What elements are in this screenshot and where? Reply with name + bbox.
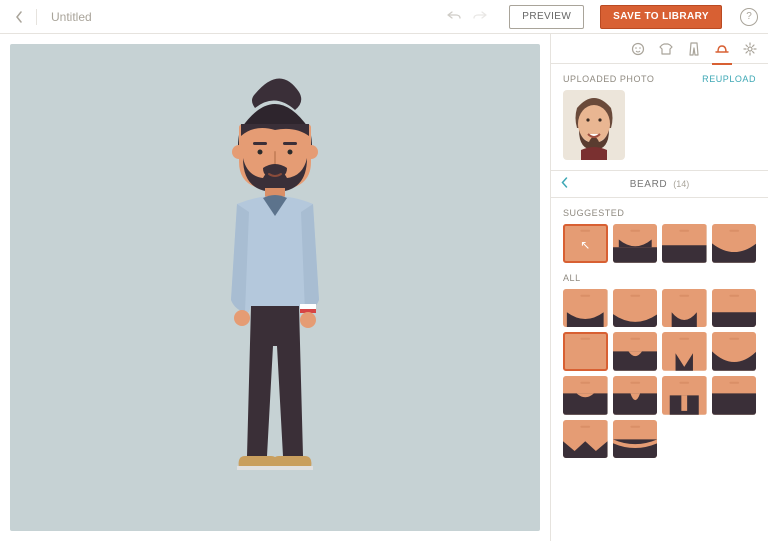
pants-icon: [688, 42, 700, 56]
help-icon[interactable]: ?: [740, 8, 758, 26]
main: UPLOADED PHOTO REUPLOAD: [0, 34, 768, 541]
category-back-button[interactable]: [561, 177, 568, 191]
suggested-grid: ↖: [563, 224, 756, 263]
header: Untitled PREVIEW SAVE TO LIBRARY ?: [0, 0, 768, 34]
tab-shirt[interactable]: [658, 41, 674, 57]
all-grid: [563, 289, 756, 459]
beard-option[interactable]: [712, 224, 757, 263]
beard-option[interactable]: [662, 289, 707, 328]
beard-option[interactable]: [613, 376, 658, 415]
beard-option[interactable]: [563, 376, 608, 415]
tab-settings[interactable]: [742, 41, 758, 57]
tab-pants[interactable]: [686, 41, 702, 57]
beard-option[interactable]: [613, 420, 658, 459]
gear-icon: [743, 42, 757, 56]
preview-button[interactable]: PREVIEW: [509, 5, 584, 29]
beard-option[interactable]: [712, 376, 757, 415]
all-label: ALL: [563, 273, 756, 283]
divider: [36, 9, 37, 25]
reupload-link[interactable]: REUPLOAD: [702, 74, 756, 84]
redo-button[interactable]: [473, 10, 487, 24]
beard-option[interactable]: [662, 224, 707, 263]
beard-option[interactable]: ↖: [563, 224, 608, 263]
panel-tabbar: [551, 34, 768, 64]
uploaded-photo-label: UPLOADED PHOTO: [563, 74, 654, 84]
beard-option[interactable]: [712, 289, 757, 328]
side-panel: UPLOADED PHOTO REUPLOAD: [550, 34, 768, 541]
category-count: (14): [673, 179, 689, 189]
suggested-label: SUGGESTED: [563, 208, 756, 218]
canvas-wrap: [0, 34, 550, 541]
history-controls: [447, 10, 487, 24]
beard-option[interactable]: [712, 332, 757, 371]
shirt-icon: [659, 42, 673, 56]
back-button[interactable]: [10, 11, 28, 23]
beard-option[interactable]: [563, 420, 608, 459]
save-button[interactable]: SAVE TO LIBRARY: [600, 5, 722, 29]
beard-option[interactable]: [563, 332, 608, 371]
tab-face[interactable]: [630, 41, 646, 57]
character[interactable]: [195, 72, 355, 502]
beard-option[interactable]: [613, 224, 658, 263]
undo-button[interactable]: [447, 10, 461, 24]
beard-option[interactable]: [613, 289, 658, 328]
beard-option[interactable]: [662, 332, 707, 371]
beard-option[interactable]: [563, 289, 608, 328]
canvas[interactable]: [10, 44, 540, 531]
document-title[interactable]: Untitled: [51, 10, 92, 24]
face-icon: [631, 42, 645, 56]
category-header: BEARD (14): [551, 170, 768, 198]
beard-option[interactable]: [613, 332, 658, 371]
category-title: BEARD: [630, 179, 667, 190]
hat-icon: [714, 43, 730, 55]
panel-body: UPLOADED PHOTO REUPLOAD: [551, 64, 768, 541]
beard-option[interactable]: [662, 376, 707, 415]
tab-accessories[interactable]: [714, 41, 730, 57]
uploaded-photo[interactable]: [563, 90, 625, 160]
